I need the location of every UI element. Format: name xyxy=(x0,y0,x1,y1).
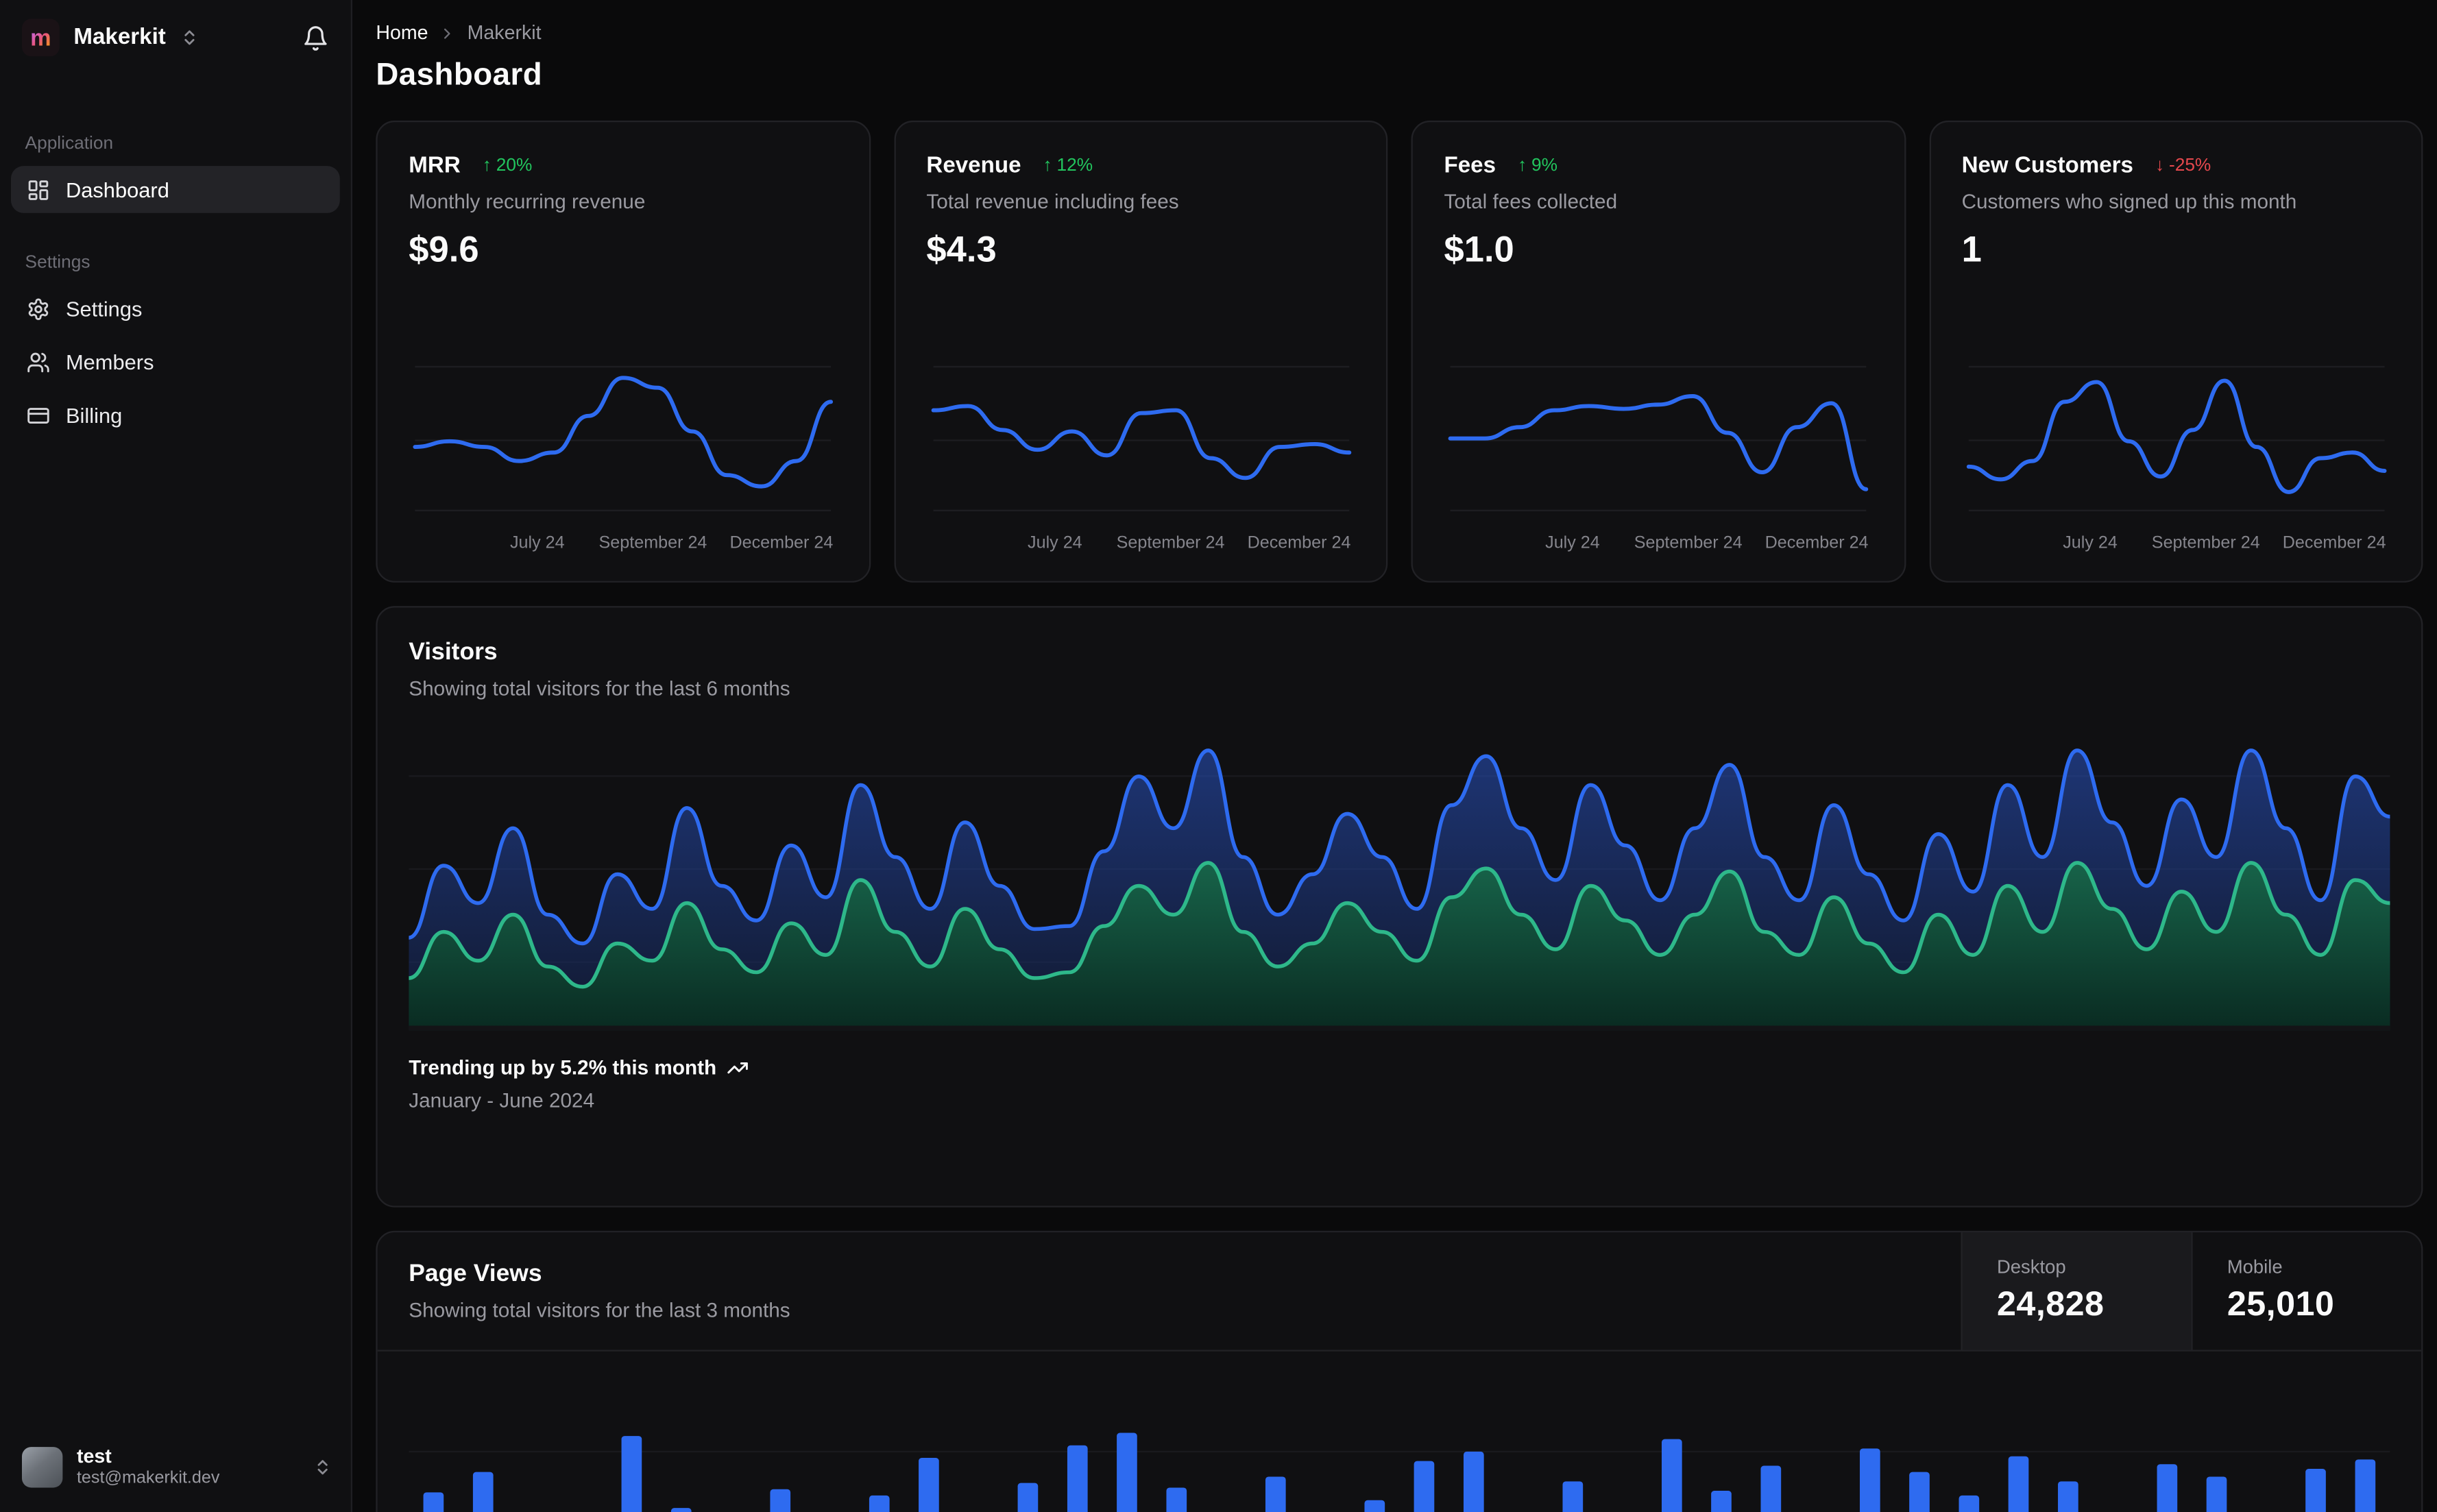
stat-subtitle: Total revenue including fees xyxy=(926,189,1179,213)
layout-dashboard-icon xyxy=(27,178,50,201)
stat-subtitle: Customers who signed up this month xyxy=(1961,189,2297,213)
sparkline-chart: July 24 September 24 December 24 xyxy=(926,349,1355,559)
sidebar-item-members[interactable]: Members xyxy=(11,338,340,385)
breadcrumb-home-link[interactable]: Home xyxy=(376,22,428,44)
main-content: Home Makerkit Dashboard MRR ↑ 20% Monthly… xyxy=(352,0,2437,1512)
x-axis-labels: July 24 September 24 December 24 xyxy=(1028,534,1351,553)
visitors-footer: Trending up by 5.2% this month January -… xyxy=(409,1056,2390,1112)
visitors-subtitle: Showing total visitors for the last 6 mo… xyxy=(409,676,790,700)
visitors-card: Visitors Showing total visitors for the … xyxy=(376,606,2423,1208)
page-views-header: Page Views Showing total visitors for th… xyxy=(377,1232,2422,1352)
visitors-area-chart xyxy=(409,720,2390,1031)
trend-badge: ↑ 9% xyxy=(1518,156,1557,175)
sidebar: m Makerkit Application Dashboard Setting… xyxy=(0,0,353,1512)
stat-card-revenue: Revenue ↑ 12% Total revenue including fee… xyxy=(893,120,1388,583)
arrow-up-icon: ↑ xyxy=(1518,156,1527,175)
sidebar-item-label: Members xyxy=(65,350,154,374)
stat-subtitle: Monthly recurring revenue xyxy=(409,189,646,213)
arrow-up-icon: ↑ xyxy=(482,156,492,175)
user-menu[interactable]: test test@makerkit.dev xyxy=(0,1426,351,1512)
sidebar-item-billing[interactable]: Billing xyxy=(11,391,340,439)
sidebar-item-label: Billing xyxy=(65,403,123,427)
breadcrumb: Home Makerkit xyxy=(376,22,2423,44)
sparkline-chart: July 24 September 24 December 24 xyxy=(409,349,837,559)
stat-title: Revenue xyxy=(926,153,1021,179)
stat-card-mrr: MRR ↑ 20% Monthly recurring revenue $9.6 … xyxy=(376,120,871,583)
credit-card-icon xyxy=(27,403,50,426)
sidebar-item-dashboard[interactable]: Dashboard xyxy=(10,166,340,213)
bell-icon[interactable] xyxy=(302,24,329,51)
sidebar-item-label: Settings xyxy=(65,296,143,321)
arrow-down-icon: ↓ xyxy=(2155,156,2165,175)
stat-title: New Customers xyxy=(1961,153,2133,179)
stat-value: $4.3 xyxy=(926,228,997,269)
page-views-card: Page Views Showing total visitors for th… xyxy=(376,1230,2423,1512)
nav-section-label: Settings xyxy=(25,254,90,273)
visitors-title: Visitors xyxy=(409,639,498,666)
stat-cards-row: MRR ↑ 20% Monthly recurring revenue $9.6 … xyxy=(376,120,2423,583)
visitors-date-range: January - June 2024 xyxy=(409,1088,595,1112)
user-email: test@makerkit.dev xyxy=(76,1469,220,1489)
x-axis-labels: July 24 September 24 December 24 xyxy=(509,534,834,553)
stat-title: Fees xyxy=(1444,153,1496,179)
stat-value: $9.6 xyxy=(409,228,479,269)
chevrons-up-down-icon xyxy=(313,1459,332,1477)
avatar xyxy=(21,1447,63,1489)
stat-card-new-customers: New Customers ↓ -25% Customers who signed… xyxy=(1928,120,2423,583)
sidebar-item-settings[interactable]: Settings xyxy=(11,285,340,332)
sidebar-nav: Application Dashboard Settings Settings xyxy=(0,72,351,445)
x-axis-labels: July 24 September 24 December 24 xyxy=(1545,534,1869,553)
arrow-up-icon: ↑ xyxy=(1043,156,1052,175)
trending-up-icon xyxy=(727,1056,749,1078)
page-views-title: Page Views xyxy=(409,1260,542,1288)
chevron-right-icon xyxy=(439,24,457,41)
stat-value: $1.0 xyxy=(1444,228,1514,269)
stat-subtitle: Total fees collected xyxy=(1444,189,1618,213)
toggle-desktop[interactable]: Desktop 24,828 xyxy=(1961,1232,2192,1350)
sparkline-chart: July 24 September 24 December 24 xyxy=(1444,349,1872,559)
stat-title: MRR xyxy=(409,153,461,179)
page-views-bar-chart xyxy=(378,1352,2422,1512)
trend-badge: ↑ 20% xyxy=(482,156,533,175)
chevrons-up-down-icon xyxy=(180,28,198,47)
visitors-trend-text: Trending up by 5.2% this month xyxy=(409,1055,717,1080)
trend-badge: ↓ -25% xyxy=(2155,156,2211,175)
gear-icon xyxy=(27,297,50,320)
app-root: m Makerkit Application Dashboard Setting… xyxy=(0,0,2437,1512)
stat-card-fees: Fees ↑ 9% Total fees collected $1.0 July … xyxy=(1411,120,1906,583)
workspace-name: Makerkit xyxy=(73,25,166,51)
trend-badge: ↑ 12% xyxy=(1043,156,1093,175)
sparkline-chart: July 24 September 24 December 24 xyxy=(1962,349,2390,559)
users-icon xyxy=(27,350,50,374)
stat-value: 1 xyxy=(1961,228,1982,269)
nav-section-label: Application xyxy=(25,134,114,154)
page-views-subtitle: Showing total visitors for the last 3 mo… xyxy=(409,1298,790,1322)
toggle-mobile[interactable]: Mobile 25,010 xyxy=(2191,1232,2421,1350)
makerkit-logo: m xyxy=(21,19,60,57)
workspace-switcher[interactable]: m Makerkit xyxy=(0,0,351,72)
user-name: test xyxy=(76,1444,112,1467)
breadcrumb-current[interactable]: Makerkit xyxy=(468,22,542,44)
page-title: Dashboard xyxy=(376,58,543,93)
sidebar-item-label: Dashboard xyxy=(65,178,169,202)
x-axis-labels: July 24 September 24 December 24 xyxy=(2063,534,2386,553)
